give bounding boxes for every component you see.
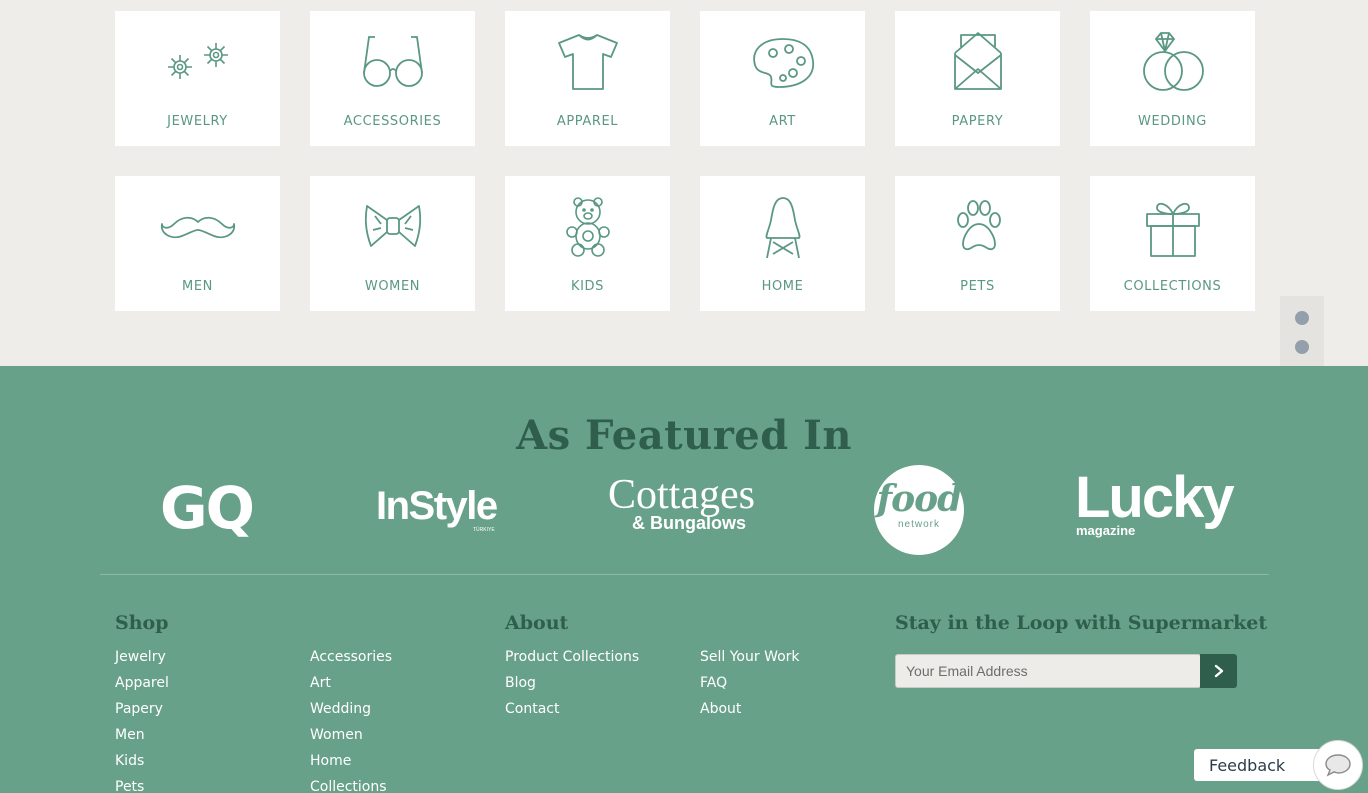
- category-tile-art[interactable]: ART: [700, 11, 865, 146]
- category-label: PETS: [960, 279, 995, 294]
- mustache-icon: [158, 196, 238, 258]
- lucky-magazine-logo[interactable]: Lucky magazine: [1075, 469, 1235, 538]
- category-tile-kids[interactable]: KIDS: [505, 176, 670, 311]
- food-logo-text: food: [876, 478, 963, 520]
- footer-divider: [100, 574, 1269, 575]
- category-tile-apparel[interactable]: APPAREL: [505, 11, 670, 146]
- footer-link-apparel[interactable]: Apparel: [115, 675, 169, 691]
- category-tile-accessories[interactable]: ACCESSORIES: [310, 11, 475, 146]
- footer-link-faq[interactable]: FAQ: [700, 675, 727, 691]
- cottages-bungalows-logo[interactable]: Cottages & Bungalows: [608, 474, 755, 532]
- speech-bubble-icon: [1325, 754, 1351, 777]
- footer-link-home[interactable]: Home: [310, 753, 351, 769]
- category-tile-wedding[interactable]: WEDDING: [1090, 11, 1255, 146]
- pager-dot-1[interactable]: [1295, 311, 1309, 325]
- lucky-logo-text: Lucky: [1075, 465, 1235, 530]
- category-tile-men[interactable]: MEN: [115, 176, 280, 311]
- food-logo-sub: network: [897, 519, 940, 530]
- category-tile-papery[interactable]: PAPERY: [895, 11, 1060, 146]
- category-tile-collections[interactable]: COLLECTIONS: [1090, 176, 1255, 311]
- shop-links-col1: Jewelry Apparel Papery Men Kids Pets: [115, 648, 169, 793]
- instyle-logo-sub: TÜRKIYE: [472, 527, 495, 533]
- jewelry-icon: [158, 31, 238, 93]
- category-label: HOME: [761, 279, 804, 294]
- featured-footer-section: As Featured In GQ InStyle TÜRKIYE Cottag…: [0, 366, 1368, 793]
- gift-icon: [1133, 196, 1213, 258]
- footer-link-sell-your-work[interactable]: Sell Your Work: [700, 649, 800, 665]
- tshirt-icon: [548, 31, 628, 93]
- category-label: PAPERY: [951, 114, 1004, 129]
- category-label: WEDDING: [1138, 114, 1207, 129]
- category-label: ART: [769, 114, 796, 129]
- bow-icon: [353, 196, 433, 258]
- category-label: WOMEN: [364, 279, 421, 294]
- category-label: MEN: [182, 279, 213, 294]
- category-grid-section: JEWELRY ACCESSORIES APPAREL ART PAPERY W…: [0, 0, 1368, 398]
- footer-link-pets[interactable]: Pets: [115, 779, 144, 793]
- footer-link-men[interactable]: Men: [115, 727, 145, 743]
- category-label: KIDS: [570, 279, 605, 294]
- chevron-right-icon: [1214, 664, 1223, 678]
- footer-link-art[interactable]: Art: [310, 675, 331, 691]
- category-tile-women[interactable]: WOMEN: [310, 176, 475, 311]
- footer-link-about[interactable]: About: [700, 701, 741, 717]
- featured-title: As Featured In: [516, 412, 852, 459]
- category-tile-jewelry[interactable]: JEWELRY: [115, 11, 280, 146]
- palette-icon: [743, 31, 823, 93]
- instyle-logo[interactable]: InStyle TÜRKIYE: [376, 484, 498, 533]
- category-label: ACCESSORIES: [343, 114, 442, 129]
- about-heading: About: [505, 612, 569, 634]
- footer-link-contact[interactable]: Contact: [505, 701, 559, 717]
- rings-icon: [1133, 31, 1213, 93]
- chair-icon: [743, 196, 823, 259]
- footer-link-jewelry[interactable]: Jewelry: [115, 649, 166, 665]
- footer-link-women[interactable]: Women: [310, 727, 363, 743]
- category-label: COLLECTIONS: [1123, 279, 1222, 294]
- category-tile-pets[interactable]: PETS: [895, 176, 1060, 311]
- teddy-bear-icon: [548, 196, 628, 258]
- feedback-chat-button[interactable]: [1313, 740, 1363, 790]
- category-label: JEWELRY: [167, 114, 228, 129]
- category-tile-home[interactable]: HOME: [700, 176, 865, 311]
- shop-links-col2: Accessories Art Wedding Women Home Colle…: [310, 648, 392, 793]
- footer-link-accessories[interactable]: Accessories: [310, 649, 392, 665]
- about-links-col2: Sell Your Work FAQ About: [700, 648, 800, 726]
- shop-heading: Shop: [115, 612, 169, 634]
- pager-dot-2[interactable]: [1295, 340, 1309, 354]
- food-network-logo[interactable]: food network: [874, 465, 964, 555]
- feedback-label: Feedback: [1209, 755, 1286, 775]
- cottages-logo-text: Cottages: [608, 472, 755, 518]
- paw-icon: [938, 196, 1018, 258]
- envelope-icon: [938, 31, 1018, 93]
- about-links-col1: Product Collections Blog Contact: [505, 648, 639, 726]
- category-label: APPAREL: [556, 114, 619, 129]
- newsletter-heading: Stay in the Loop with Supermarket: [895, 612, 1268, 634]
- footer-link-product-collections[interactable]: Product Collections: [505, 649, 639, 665]
- glasses-icon: [353, 31, 433, 93]
- newsletter-submit-button[interactable]: [1200, 654, 1237, 688]
- footer-link-collections[interactable]: Collections: [310, 779, 387, 793]
- footer-link-wedding[interactable]: Wedding: [310, 701, 371, 717]
- newsletter-email-input[interactable]: [895, 654, 1201, 688]
- footer-link-papery[interactable]: Papery: [115, 701, 163, 717]
- footer-link-blog[interactable]: Blog: [505, 675, 536, 691]
- instyle-logo-text: InStyle: [376, 484, 498, 528]
- footer-link-kids[interactable]: Kids: [115, 753, 144, 769]
- gq-logo[interactable]: GQ: [160, 474, 255, 542]
